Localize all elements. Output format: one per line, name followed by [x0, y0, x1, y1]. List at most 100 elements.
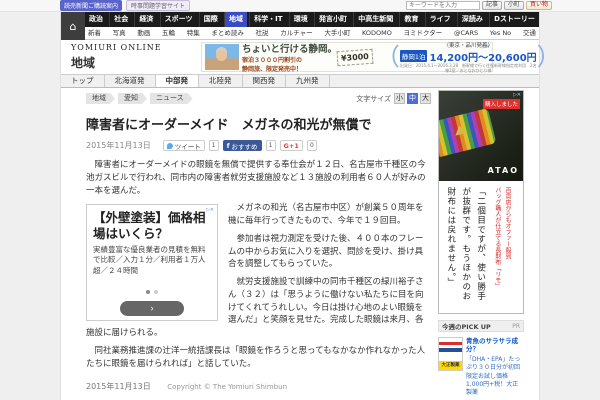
- inline-ad-body: 実績豊富な優良業者の見積を無料で比較／入力１分／利用者１万人超／２４時間: [93, 244, 206, 275]
- tweet-button[interactable]: ツイート: [162, 140, 205, 151]
- banner-paren-right: ）: [536, 43, 561, 71]
- wallet-image: [439, 108, 497, 158]
- facebook-button[interactable]: f おすすめ: [222, 140, 262, 151]
- atao-ad[interactable]: ▷✕ 購入しました ATAO 百貨店からもオファー殺到 バッグ職人が仕立てる長財…: [438, 90, 524, 314]
- nav-chukosei-shimbun[interactable]: 中高生新聞: [353, 12, 397, 27]
- subnav-culture[interactable]: カルチャー: [277, 27, 315, 39]
- atao-quote-block: 百貨店からもオファー殺到 バッグ職人が仕立てる長財布「リモ」 「二個目ですが、使…: [439, 181, 516, 313]
- banner-subline-1: 宿泊３０００円割引の: [242, 57, 303, 64]
- article-footer-date: 2015年11月13日: [86, 382, 151, 392]
- sidebar: ▷✕ 購入しました ATAO 百貨店からもオファー殺到 バッグ職人が仕立てる長財…: [438, 88, 524, 400]
- banner-paren-left: （: [375, 43, 400, 71]
- global-nav: ⌂ 政治 社会 経済 スポーツ 国際 地域 科学・IT 環境 発言小町 中高生新…: [61, 12, 539, 40]
- fontsize-small-button[interactable]: 小: [394, 93, 405, 104]
- nav-d-story[interactable]: Dストーリー: [489, 12, 539, 27]
- twitter-bird-icon: [166, 142, 173, 149]
- subnav-otekomachi[interactable]: 大手小町: [321, 27, 353, 39]
- tab-kyushu[interactable]: 九州発: [286, 75, 330, 87]
- copyright: Copyright © The Yomiuri Shimbun: [167, 383, 288, 392]
- subnav-shasetsu[interactable]: 社説: [253, 27, 272, 39]
- nav-sports[interactable]: スポーツ: [159, 12, 197, 27]
- atao-red-text: バッグ職人が仕立てる長財布「リモ」: [493, 187, 501, 289]
- article-paragraph: 同社業務推進課の辻洋一統括課長は「眼鏡を作ろうと思ってもなかなか作れなかった人た…: [86, 345, 426, 369]
- pr-label: PR: [512, 322, 520, 330]
- subnav-kotsu[interactable]: 交通: [520, 27, 539, 39]
- tab-hokuriku[interactable]: 北陸発: [199, 75, 243, 87]
- pickup-item[interactable]: 大正製薬 青魚のサラサラ成分？ 「DHA・EPA」たっぷり３０日分が初回限定お試…: [438, 337, 524, 398]
- search-komachi-button[interactable]: 小町: [503, 1, 524, 10]
- search-input[interactable]: [405, 1, 480, 10]
- inline-ad-dots: [93, 279, 211, 298]
- breadcrumb: 地域 愛知 ニュース: [86, 93, 193, 104]
- nav-seiji[interactable]: 政治: [85, 12, 107, 27]
- adchoices-icon[interactable]: ▷✕: [482, 44, 490, 50]
- nav-kokusai[interactable]: 国際: [198, 12, 222, 27]
- nav-life[interactable]: ライフ: [424, 12, 455, 27]
- atao-quote: 「二個目ですが、使い勝手が抜群です。もうほかのお財布には戻れません。」: [445, 187, 486, 301]
- inline-ad-title: 【外壁塗装】価格相場はいくら？: [93, 210, 206, 241]
- nav-kyoiku[interactable]: 教育: [399, 12, 422, 27]
- tab-top[interactable]: トップ: [61, 75, 105, 87]
- pickup-thumbnail: 大正製薬: [438, 337, 463, 371]
- search-article-button[interactable]: 記事: [481, 1, 502, 10]
- subnav-yesno[interactable]: Yes No: [487, 27, 514, 39]
- gplus-button[interactable]: G+1: [279, 140, 303, 151]
- breadcrumb-news[interactable]: ニュース: [150, 93, 193, 104]
- tweet-count: 1: [208, 140, 219, 151]
- search-shopping-button[interactable]: 買い物: [525, 1, 552, 10]
- nav-kankyo[interactable]: 環境: [288, 12, 312, 27]
- article-date: 2015年11月13日: [86, 141, 151, 150]
- subnav-new[interactable]: 新着: [85, 27, 104, 39]
- banner-headline: ちょいと行ける静岡。: [242, 44, 338, 55]
- banner-ad[interactable]: ちょいと行ける静岡。 宿泊３０００円割引の 静岡旅、限定発売中！ ¥3000 （…: [201, 42, 561, 73]
- atao-photo: ▷✕ 購入しました ATAO: [439, 91, 523, 181]
- tab-chubu[interactable]: 中部発: [155, 75, 199, 87]
- site-header: YOMIURI ONLINE 地域 ちょいと行ける静岡。 宿泊３０００円割引の …: [61, 40, 561, 74]
- pickup-header-bar: 今週のPICK UP PR: [438, 320, 524, 332]
- fontsize-medium-button[interactable]: 中: [407, 93, 418, 104]
- nav-shakai[interactable]: 社会: [109, 12, 132, 27]
- nav-chiiki[interactable]: 地域: [223, 12, 247, 27]
- nav-fukayomi[interactable]: 深読み: [456, 12, 487, 27]
- nav-hatsugen-komachi[interactable]: 発言小町: [314, 12, 351, 27]
- subnav-video[interactable]: 動画: [134, 27, 153, 39]
- pickup-header: 今週のPICK UP: [442, 323, 491, 331]
- atao-red-text: 百貨店からもオファー殺到: [504, 187, 511, 259]
- adchoices-icon[interactable]: ▷✕: [513, 92, 521, 98]
- article-meta: 2015年11月13日 ツイート 1 f おすすめ 1 G+1 0: [86, 140, 431, 151]
- breadcrumb-chiiki[interactable]: 地域: [86, 93, 115, 104]
- facebook-count: 1: [265, 140, 276, 151]
- inline-ad-next-button[interactable]: ›: [120, 301, 184, 316]
- article-footer: 2015年11月13日 Copyright © The Yomiuri Shim…: [86, 375, 431, 392]
- breadcrumb-aichi[interactable]: 愛知: [118, 93, 147, 104]
- nav-kagaku-it[interactable]: 科学・IT: [249, 12, 286, 27]
- facebook-f-icon: f: [226, 141, 230, 150]
- atao-badge: 購入しました: [482, 99, 520, 109]
- inline-ad[interactable]: ▷✕ 【外壁塗装】価格相場はいくら？ 実績豊富な優良業者の見積を無料で比較／入力…: [86, 204, 218, 321]
- home-button[interactable]: ⌂: [61, 12, 85, 40]
- banner-price: 14,200円～20,600円: [429, 52, 537, 64]
- fontsize-large-button[interactable]: 大: [420, 93, 431, 104]
- primary-nav: 政治 社会 経済 スポーツ 国際 地域 科学・IT 環境 発言小町 中高生新聞 …: [85, 12, 539, 27]
- subnav-kodomo[interactable]: KODOMO: [359, 27, 395, 39]
- banner-photo: [205, 44, 239, 70]
- banner-terms: 出発日：2015.4.1～2016.3.28 新幹線で行く往復新幹線指定席利用 …: [399, 62, 537, 73]
- adchoices-icon[interactable]: ▷✕: [206, 207, 214, 213]
- edu-site-link[interactable]: 時事問題学習サイト: [126, 0, 191, 11]
- subnav-gorin[interactable]: 五輪: [159, 27, 178, 39]
- page-container: ⌂ 政治 社会 経済 スポーツ 国際 地域 科学・IT 環境 発言小町 中高生新…: [60, 12, 561, 400]
- subnav-atcars[interactable]: @CARS: [451, 27, 481, 39]
- fontsize-label: 文字サイズ: [356, 94, 391, 103]
- subnav-yomidr[interactable]: ヨミドクター: [401, 27, 446, 39]
- subnav-photo[interactable]: 写真: [110, 27, 129, 39]
- pickup-item-title: 青魚のサラサラ成分？: [466, 337, 518, 354]
- subnav-matome[interactable]: まとめ読み: [208, 27, 247, 39]
- subscribe-link[interactable]: 読売新聞ご購読案内: [60, 0, 123, 11]
- nav-keizai[interactable]: 経済: [134, 12, 157, 27]
- pickup-section: 今週のPICK UP PR 大正製薬 青魚のサラサラ成分？ 「DHA・EPA」た…: [438, 320, 524, 400]
- region-tabs: トップ 北海道発 中部発 北陸発 関西発 九州発: [61, 74, 539, 88]
- fontsize-control: 文字サイズ 小 中 大: [356, 93, 431, 104]
- subnav-tokushu[interactable]: 特集: [184, 27, 203, 39]
- tab-hokkaido[interactable]: 北海道発: [105, 75, 156, 87]
- tab-kansai[interactable]: 関西発: [243, 75, 286, 87]
